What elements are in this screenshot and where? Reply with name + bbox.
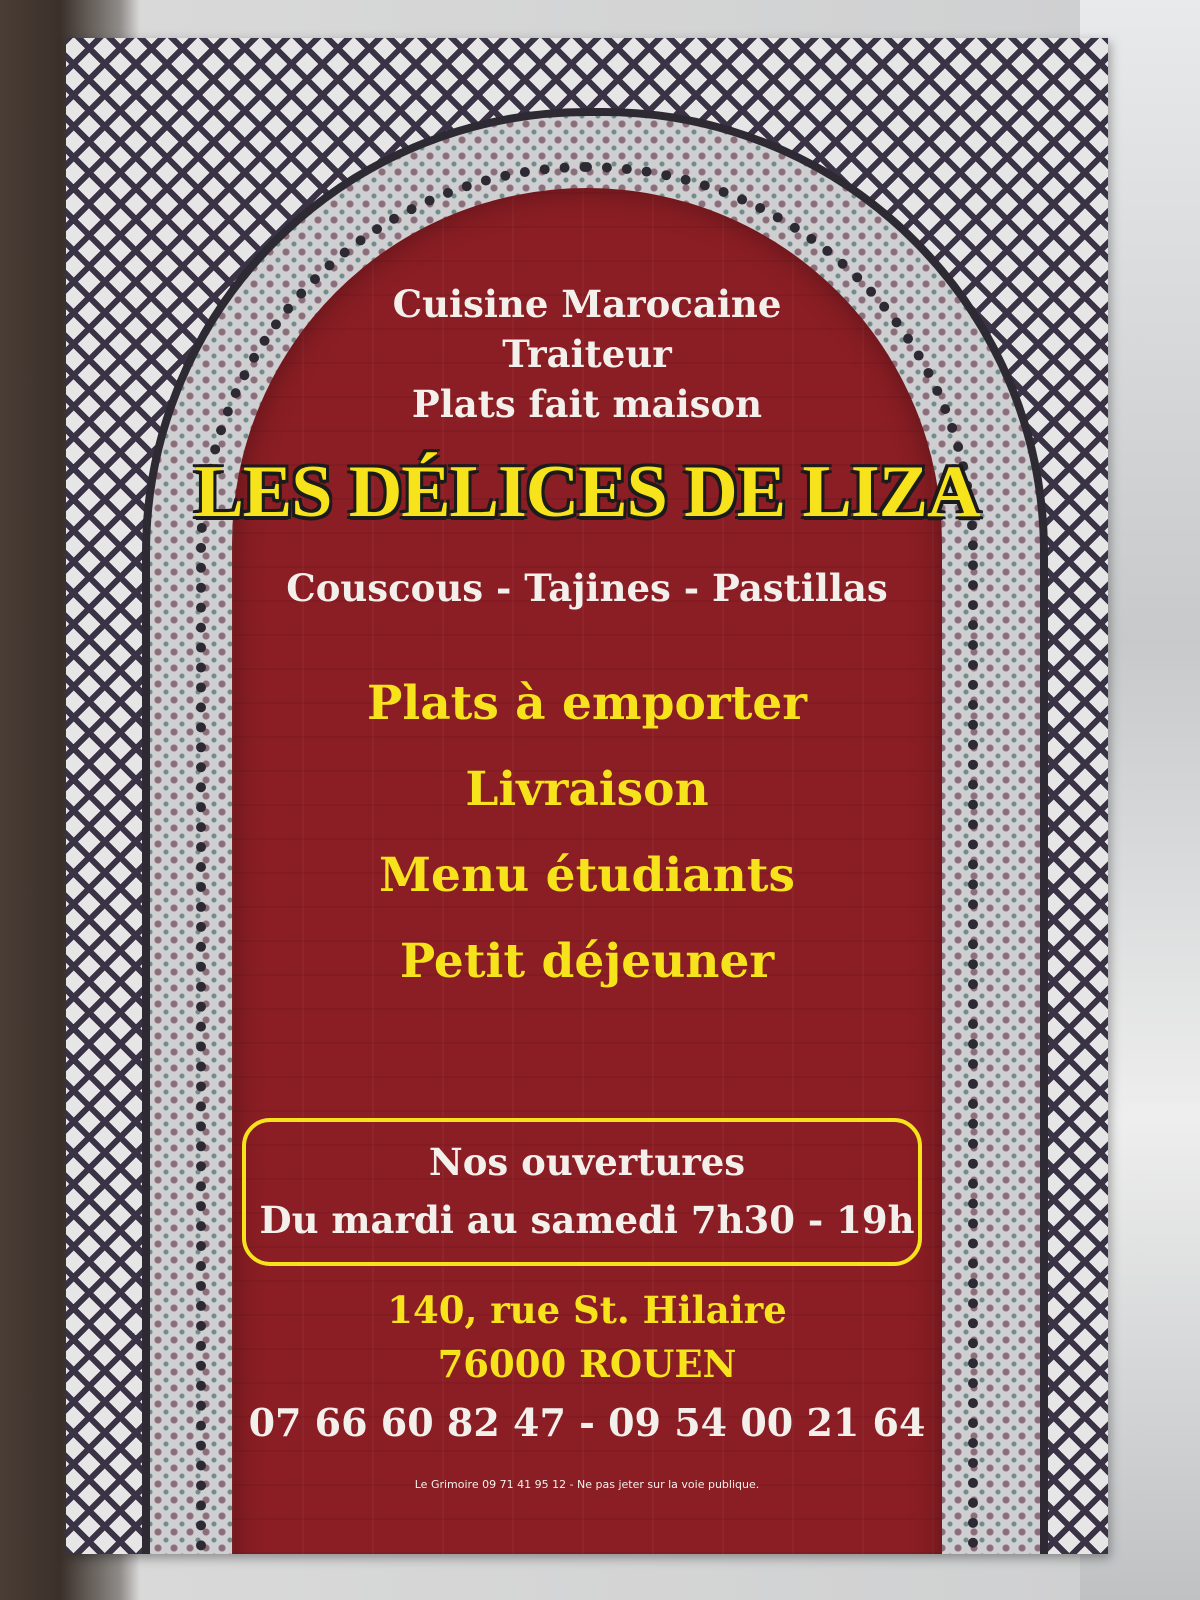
opening-hours-text: Du mardi au samedi 7h30 - 19h — [259, 1198, 915, 1242]
phone-numbers: 07 66 60 82 47 - 09 54 00 21 64 — [248, 1400, 926, 1445]
restaurant-flyer: Cuisine Marocaine Traiteur Plats fait ma… — [66, 38, 1108, 1554]
service-delivery: Livraison — [465, 762, 709, 817]
opening-hours-heading: Nos ouvertures — [428, 1140, 746, 1184]
address-street: 140, rue St. Hilaire — [387, 1288, 787, 1332]
service-student-menu: Menu étudiants — [379, 848, 795, 903]
service-breakfast: Petit déjeuner — [399, 934, 775, 989]
specialties-line: Couscous - Tajines - Pastillas — [286, 566, 888, 610]
header-line-cuisine: Cuisine Marocaine — [392, 282, 782, 326]
header-line-traiteur: Traiteur — [502, 332, 672, 376]
printer-footer-note: Le Grimoire 09 71 41 95 12 - Ne pas jete… — [414, 1478, 760, 1491]
header-line-fait-maison: Plats fait maison — [411, 382, 763, 426]
address-city: 76000 ROUEN — [437, 1342, 737, 1386]
service-takeaway: Plats à emporter — [367, 676, 807, 731]
restaurant-name-title: LES DÉLICES DE LIZA — [194, 451, 980, 533]
